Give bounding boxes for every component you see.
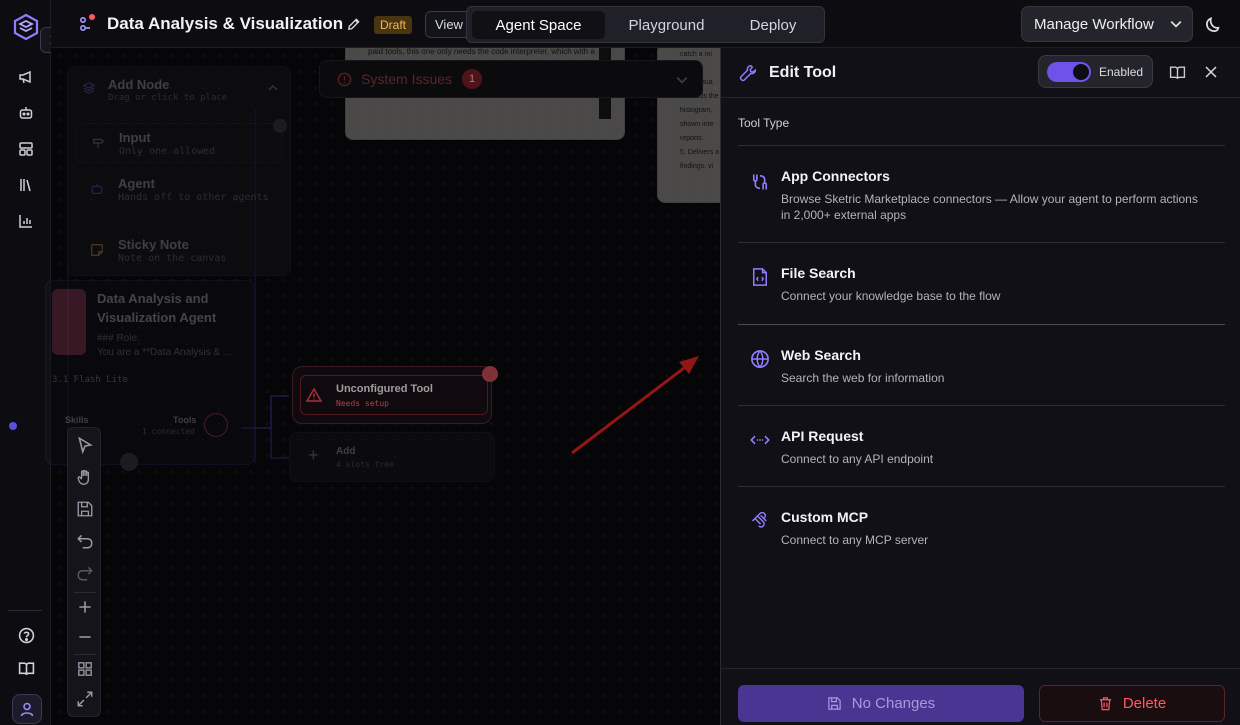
tool-option-custom-mcp[interactable]: Custom MCP Connect to any MCP server bbox=[738, 486, 1225, 567]
layout-icon[interactable] bbox=[13, 136, 39, 162]
edit-tool-panel: Edit Tool Enabled Tool Type App Connecto… bbox=[720, 48, 1240, 725]
tool-option-title: File Search bbox=[781, 265, 856, 281]
tool-option-app-connectors[interactable]: App Connectors Browse Sketric Marketplac… bbox=[738, 145, 1225, 242]
trash-icon bbox=[1099, 697, 1111, 711]
tool-option-description: Browse Sketric Marketplace connectors — … bbox=[781, 192, 1198, 222]
tool-option-title: Custom MCP bbox=[781, 509, 869, 525]
tool-option-title: Web Search bbox=[781, 347, 861, 363]
annotation-arrow bbox=[571, 356, 699, 455]
redo-icon[interactable] bbox=[76, 564, 94, 582]
user-avatar[interactable] bbox=[12, 694, 42, 724]
tab-agent-space[interactable]: Agent Space bbox=[472, 11, 605, 39]
file-search-icon bbox=[753, 268, 767, 286]
delete-button[interactable]: Delete bbox=[1039, 685, 1225, 722]
hand-icon[interactable] bbox=[76, 468, 94, 486]
status-badge: Draft bbox=[374, 16, 413, 34]
tab-deploy[interactable]: Deploy bbox=[729, 11, 817, 39]
toggle-track bbox=[1047, 62, 1091, 82]
page-title: Data Analysis & Visualization bbox=[107, 14, 344, 33]
docs-icon[interactable] bbox=[13, 655, 39, 681]
mcp-icon bbox=[751, 511, 767, 528]
zoom-out-icon[interactable] bbox=[76, 628, 94, 646]
save-button[interactable]: No Changes bbox=[738, 685, 1024, 722]
input-handle[interactable] bbox=[9, 422, 17, 430]
close-icon[interactable] bbox=[1205, 66, 1217, 78]
canvas-toolbar bbox=[67, 427, 101, 717]
tool-option-title: API Request bbox=[781, 428, 864, 444]
edit-tool-header: Edit Tool Enabled bbox=[721, 48, 1240, 98]
connector-icon bbox=[752, 174, 768, 190]
tool-option-description: Connect your knowledge base to the flow bbox=[781, 289, 1001, 303]
enabled-label: Enabled bbox=[1099, 65, 1144, 79]
megaphone-icon[interactable] bbox=[13, 64, 39, 90]
analytics-icon[interactable] bbox=[13, 208, 39, 234]
undo-icon[interactable] bbox=[76, 532, 94, 550]
save-icon bbox=[828, 697, 841, 710]
tool-option-api-request[interactable]: API Request Connect to any API endpoint bbox=[738, 405, 1225, 486]
tool-option-description: Search the web for information bbox=[781, 371, 945, 385]
cursor-icon[interactable] bbox=[76, 436, 94, 454]
tool-type-label: Tool Type bbox=[738, 116, 790, 130]
manage-workflow-label: Manage Workflow bbox=[1034, 16, 1154, 33]
wrench-icon bbox=[739, 64, 757, 82]
grid-icon[interactable] bbox=[76, 660, 94, 678]
library-icon[interactable] bbox=[13, 172, 39, 198]
manage-workflow-button[interactable]: Manage Workflow bbox=[1021, 6, 1193, 42]
tool-option-description: Connect to any MCP server bbox=[781, 533, 929, 547]
tab-playground[interactable]: Playground bbox=[610, 11, 723, 39]
workflow-icon bbox=[78, 13, 98, 33]
tool-option-web-search[interactable]: Web Search Search the web for informatio… bbox=[738, 324, 1225, 405]
moon-icon[interactable] bbox=[1204, 14, 1224, 34]
pencil-icon[interactable] bbox=[346, 17, 361, 32]
help-icon[interactable] bbox=[13, 622, 39, 648]
bot-icon[interactable] bbox=[13, 100, 39, 126]
book-icon[interactable] bbox=[1169, 64, 1186, 81]
zoom-in-icon[interactable] bbox=[76, 598, 94, 616]
enabled-toggle[interactable]: Enabled bbox=[1038, 55, 1153, 88]
toggle-knob bbox=[1073, 64, 1089, 80]
mode-tabs: Agent Space Playground Deploy bbox=[466, 6, 825, 43]
save-button-label: No Changes bbox=[851, 695, 936, 712]
tool-option-description: Connect to any API endpoint bbox=[781, 452, 934, 466]
workflow-canvas[interactable]: paid tools, this one only needs the code… bbox=[9, 38, 727, 725]
globe-icon bbox=[751, 350, 769, 369]
save-icon[interactable] bbox=[76, 500, 94, 518]
chevron-down-icon bbox=[1170, 20, 1182, 28]
left-rail bbox=[0, 0, 51, 725]
api-icon bbox=[750, 435, 770, 445]
edit-tool-title: Edit Tool bbox=[769, 64, 837, 81]
tool-option-title: App Connectors bbox=[781, 168, 890, 184]
app-logo[interactable] bbox=[11, 12, 41, 42]
delete-button-label: Delete bbox=[1122, 695, 1167, 712]
edit-tool-footer: No Changes Delete bbox=[721, 668, 1240, 725]
rail-divider bbox=[8, 610, 42, 611]
fit-view-icon[interactable] bbox=[76, 690, 94, 708]
tool-option-file-search[interactable]: File Search Connect your knowledge base … bbox=[738, 242, 1225, 324]
